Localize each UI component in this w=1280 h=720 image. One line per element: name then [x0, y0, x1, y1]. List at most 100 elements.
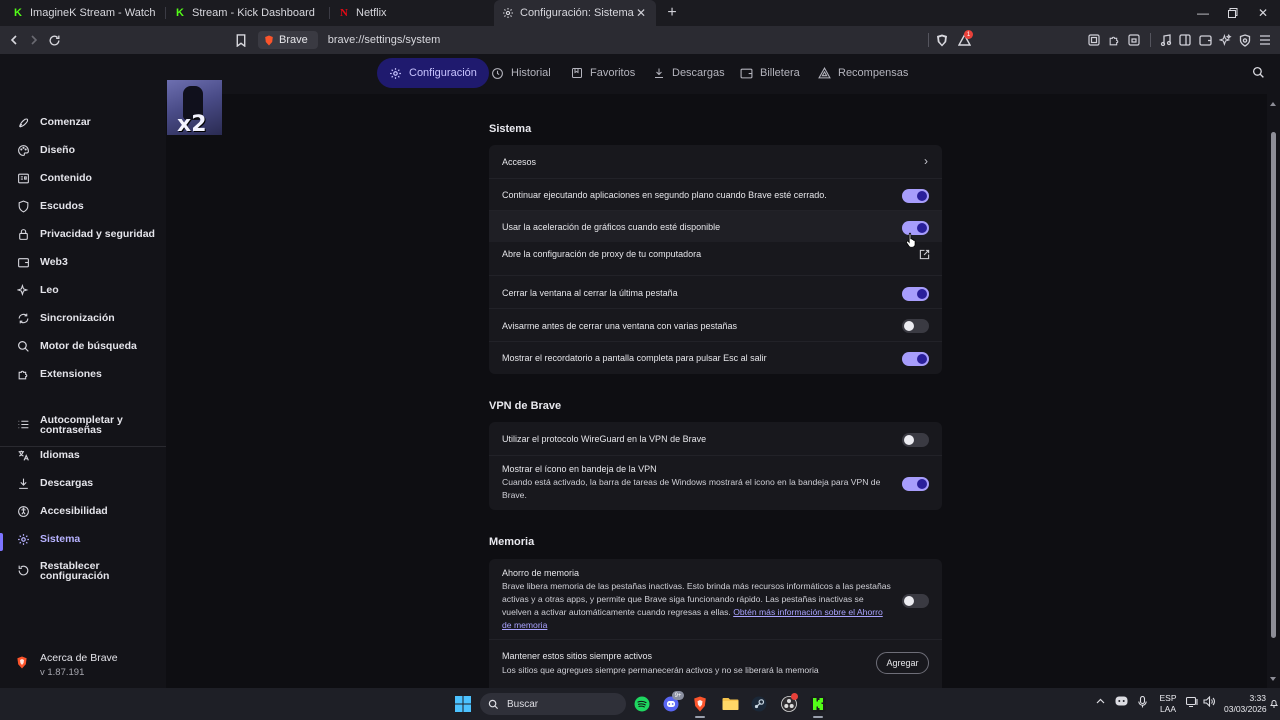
media-button[interactable] [1158, 32, 1174, 48]
row-graphics-acceleration[interactable]: Usar la aceleración de gráficos cuando e… [489, 210, 942, 242]
extensions-button[interactable] [1106, 32, 1122, 48]
tab-kick-dashboard[interactable]: K Stream - Kick Dashboard [166, 0, 326, 26]
windows-start-button[interactable] [453, 694, 473, 714]
sidebar-divider [0, 446, 166, 447]
scroll-up-arrow-icon[interactable] [1270, 102, 1276, 106]
rocket-icon [16, 115, 30, 129]
toggle-esc-reminder[interactable] [902, 352, 929, 366]
add-site-button[interactable]: Agregar [876, 652, 929, 674]
palette-icon [16, 143, 30, 157]
row-proxy-settings[interactable]: Abre la configuración de proxy de tu com… [489, 242, 942, 275]
toggle-vpn-tray-icon[interactable] [902, 477, 929, 491]
row-background-apps[interactable]: Continuar ejecutando aplicaciones en seg… [489, 178, 942, 210]
tray-discord-icon[interactable] [1115, 696, 1128, 708]
leo-ai-button[interactable] [1217, 32, 1233, 48]
row-warn-before-close[interactable]: Avisarme antes de cerrar una ventana con… [489, 308, 942, 341]
network-icon[interactable] [1185, 696, 1199, 709]
bookmark-button[interactable] [231, 30, 251, 50]
forward-button[interactable] [24, 30, 44, 50]
toggle-wireguard[interactable] [902, 433, 929, 447]
url-text[interactable]: brave://settings/system [328, 34, 441, 46]
nav-label: Configuración [409, 67, 477, 79]
sidebar-panel-icon [1179, 34, 1191, 46]
nav-recompensas[interactable]: Recompensas [806, 58, 920, 88]
maximize-button[interactable] [1216, 0, 1250, 26]
volume-icon[interactable] [1203, 695, 1216, 709]
brave-rewards-button[interactable]: 1 [956, 30, 973, 48]
url-separator [928, 33, 929, 47]
taskbar-search[interactable]: Buscar [480, 693, 626, 715]
toggle-memory-saver[interactable] [902, 594, 929, 608]
nav-billetera[interactable]: Billetera [728, 58, 812, 88]
toggle-knob [904, 321, 914, 331]
notifications-icon[interactable] [1270, 699, 1278, 710]
extension-qr-button[interactable] [1086, 32, 1102, 48]
sidebar-toggle-button[interactable] [1177, 32, 1193, 48]
spotify-app[interactable] [632, 694, 652, 714]
recording-dot-icon [791, 693, 798, 700]
reload-button[interactable] [44, 30, 64, 50]
nav-label: Billetera [760, 67, 800, 79]
gear-icon [390, 67, 401, 79]
sparkle-icon [16, 283, 30, 297]
page-scrollbar[interactable] [1267, 94, 1280, 688]
row-accesos[interactable]: Accesos › [489, 145, 942, 178]
tab-imaginek-stream[interactable]: K ImagineK Stream - Watch Live on [4, 0, 164, 26]
external-link-icon[interactable] [919, 249, 930, 263]
row-vpn-tray-icon[interactable]: Mostrar el ícono en bandeja de la VPN Cu… [489, 455, 942, 510]
input-language-indicator[interactable]: ESP LAA [1156, 693, 1180, 715]
row-esc-reminder[interactable]: Mostrar el recordatorio a pantalla compl… [489, 341, 942, 374]
tray-overflow-icon[interactable] [1096, 696, 1105, 706]
site-chip-label: Brave [279, 34, 308, 46]
site-chip[interactable]: Brave [258, 31, 318, 49]
list-icon [16, 417, 30, 431]
settings-search-button[interactable] [1252, 66, 1265, 82]
brave-lion-icon [694, 696, 706, 712]
menu-button[interactable] [1257, 32, 1273, 48]
row-label: Usar la aceleración de gráficos cuando e… [502, 222, 721, 232]
tab-title: Stream - Kick Dashboard [192, 7, 315, 19]
toggle-warn-before-close[interactable] [902, 319, 929, 333]
new-tab-button[interactable]: + [662, 3, 682, 23]
microphone-icon[interactable] [1138, 695, 1147, 710]
obs-app[interactable] [779, 693, 799, 714]
kick-app[interactable] [808, 694, 828, 714]
wallet-icon [1198, 35, 1212, 46]
row-wireguard[interactable]: Utilizar el protocolo WireGuard en la VP… [489, 422, 942, 455]
search-icon [1252, 66, 1264, 78]
row-description: Cuando está activado, la barra de tareas… [502, 477, 881, 500]
row-label: Mostrar el ícono en bandeja de la VPN [502, 464, 657, 474]
brave-app[interactable] [690, 694, 710, 714]
tab-netflix[interactable]: N Netflix [330, 0, 490, 26]
steam-app[interactable] [749, 694, 769, 714]
about-brave-link[interactable]: Acerca de Brave [40, 652, 118, 664]
brave-shields-button[interactable] [934, 32, 950, 48]
url-bar[interactable]: Brave brave://settings/system [258, 29, 930, 51]
tab-configuracion-sistema[interactable]: Configuración: Sistema ✕ [494, 0, 656, 26]
wallet-icon [16, 255, 30, 269]
vpn-button[interactable] [1237, 32, 1253, 48]
scroll-down-arrow-icon[interactable] [1270, 677, 1276, 681]
toggle-knob [917, 191, 927, 201]
nav-historial[interactable]: Historial [479, 58, 563, 88]
nav-favoritos[interactable]: Favoritos [559, 58, 647, 88]
nav-configuracion[interactable]: Configuración [377, 58, 489, 88]
clock-time: 3:33 [1249, 693, 1266, 703]
accessibility-icon [16, 504, 30, 518]
back-button[interactable] [4, 30, 24, 50]
toggle-background-apps[interactable] [902, 189, 929, 203]
sparkle-icon [1218, 33, 1232, 46]
taskbar-clock[interactable]: 3:33 03/03/2026 [1224, 693, 1267, 715]
discord-app[interactable]: 9+ [661, 691, 684, 714]
minimize-button[interactable]: — [1186, 0, 1220, 26]
scrollbar-thumb[interactable] [1271, 132, 1276, 638]
row-close-window[interactable]: Cerrar la ventana al cerrar la última pe… [489, 275, 942, 308]
close-tab-icon[interactable]: ✕ [634, 6, 648, 20]
close-window-button[interactable]: ✕ [1246, 0, 1280, 26]
wallet-button[interactable] [1197, 32, 1213, 48]
screenshot-button[interactable] [1126, 32, 1142, 48]
toggle-close-window[interactable] [902, 287, 929, 301]
row-memory-saver[interactable]: Ahorro de memoria Brave libera memoria d… [489, 559, 942, 639]
file-explorer-app[interactable] [720, 694, 740, 714]
nav-descargas[interactable]: Descargas [641, 58, 737, 88]
